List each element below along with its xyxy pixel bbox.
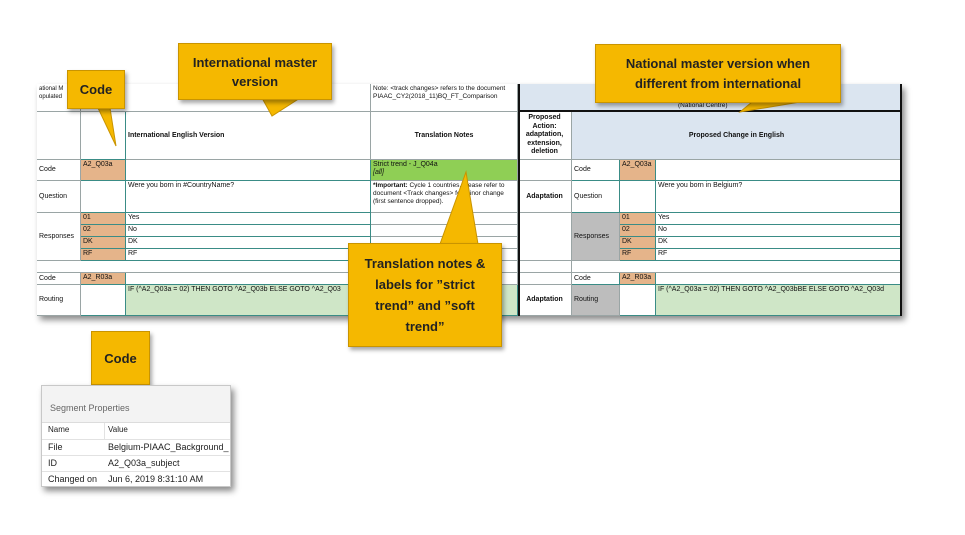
segment-properties-panel: Segment Properties Name Value File Belgi… (41, 385, 231, 487)
callout-translation: Translation notes & labels for ”strict t… (348, 243, 502, 347)
callout-international: International master version (178, 43, 332, 100)
column-separator (104, 423, 105, 439)
property-value: A2_Q03a_subject (108, 458, 180, 468)
property-name: File (48, 442, 63, 452)
callout-code-top: Code (67, 70, 125, 109)
property-row[interactable]: File Belgium-PIAAC_Background_ (42, 439, 230, 455)
tail-code-top (97, 107, 117, 147)
property-value: Jun 6, 2019 8:31:10 AM (108, 474, 204, 484)
panel-header: Segment Properties (42, 386, 230, 423)
tail-translation (439, 170, 479, 245)
col-value-header[interactable]: Value (108, 425, 128, 434)
callout-national: National master version when different f… (595, 44, 841, 103)
property-name: Changed on (48, 474, 98, 484)
property-row[interactable]: Changed on Jun 6, 2019 8:31:10 AM (42, 471, 230, 486)
panel-column-headers: Name Value (42, 423, 230, 439)
property-row[interactable]: ID A2_Q03a_subject (42, 455, 230, 471)
property-value: Belgium-PIAAC_Background_ (108, 442, 229, 452)
tail-national (738, 101, 801, 113)
callout-code-bottom: Code (91, 331, 150, 385)
panel-title: Segment Properties (50, 403, 130, 413)
tail-international (261, 97, 302, 117)
property-name: ID (48, 458, 57, 468)
col-name-header[interactable]: Name (48, 425, 69, 434)
